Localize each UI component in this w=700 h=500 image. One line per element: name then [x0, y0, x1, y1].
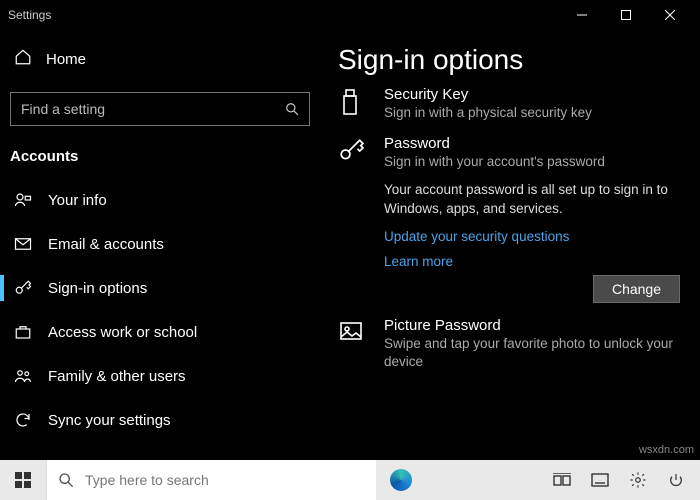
option-sub: Sign in with your account's password — [384, 153, 680, 171]
settings-gear-icon[interactable] — [628, 470, 648, 490]
option-security-key[interactable]: Security Key Sign in with a physical sec… — [338, 86, 680, 123]
taskbar-search-input[interactable] — [85, 472, 376, 488]
option-sub: Sign in with a physical security key — [384, 104, 680, 122]
nav-email-accounts[interactable]: Email & accounts — [6, 223, 314, 265]
nav-family-other-users[interactable]: Family & other users — [6, 355, 314, 397]
find-setting-input[interactable] — [11, 101, 275, 117]
link-learn-more[interactable]: Learn more — [384, 254, 680, 269]
option-picture-password[interactable]: Picture Password Swipe and tap your favo… — [338, 317, 680, 371]
section-accounts: Accounts — [6, 140, 314, 177]
sidebar: Home Accounts Your info Email & accounts… — [0, 30, 320, 460]
nav-label: Sync your settings — [48, 412, 171, 429]
sync-icon — [14, 411, 32, 429]
app-title: Settings — [8, 8, 51, 22]
nav-label: Family & other users — [48, 368, 186, 385]
nav-label: Email & accounts — [48, 236, 164, 253]
minimize-button[interactable] — [560, 0, 604, 30]
picture-icon — [338, 317, 366, 371]
nav-label: Your info — [48, 192, 107, 209]
nav-access-work-school[interactable]: Access work or school — [6, 311, 314, 353]
option-sub: Swipe and tap your favorite photo to unl… — [384, 335, 680, 371]
user-icon — [14, 191, 32, 209]
find-setting-search[interactable] — [10, 92, 310, 126]
key-icon — [14, 279, 32, 297]
option-desc: Your account password is all set up to s… — [384, 181, 680, 219]
briefcase-icon — [14, 323, 32, 341]
mail-icon — [14, 235, 32, 253]
option-title: Password — [384, 135, 680, 152]
main-panel: Sign-in options Security Key Sign in wit… — [320, 30, 700, 460]
content: Home Accounts Your info Email & accounts… — [0, 30, 700, 460]
home-icon — [14, 48, 32, 70]
page-title: Sign-in options — [338, 44, 680, 76]
search-icon — [275, 102, 309, 116]
nav-label: Sign-in options — [48, 280, 147, 297]
maximize-button[interactable] — [604, 0, 648, 30]
close-button[interactable] — [648, 0, 692, 30]
nav-label: Access work or school — [48, 324, 197, 341]
nav-signin-options[interactable]: Sign-in options — [6, 267, 314, 309]
option-title: Security Key — [384, 86, 680, 103]
home-label: Home — [46, 51, 86, 68]
people-icon — [14, 367, 32, 385]
start-button[interactable] — [0, 460, 46, 500]
edge-icon[interactable] — [390, 469, 412, 491]
nav-your-info[interactable]: Your info — [6, 179, 314, 221]
key-icon — [338, 135, 366, 303]
touch-keyboard-icon[interactable] — [590, 470, 610, 490]
home-button[interactable]: Home — [6, 38, 314, 80]
search-icon — [47, 472, 85, 488]
task-view-icon[interactable] — [552, 470, 572, 490]
watermark: wsxdn.com — [639, 444, 694, 456]
system-tray — [552, 470, 700, 490]
taskbar — [0, 460, 700, 500]
nav-sync-settings[interactable]: Sync your settings — [6, 399, 314, 441]
taskbar-search[interactable] — [46, 460, 376, 500]
option-password[interactable]: Password Sign in with your account's pas… — [338, 135, 680, 303]
change-button[interactable]: Change — [593, 275, 680, 303]
titlebar: Settings — [0, 0, 700, 30]
settings-window: Settings Home Accounts Your info Email &… — [0, 0, 700, 460]
option-title: Picture Password — [384, 317, 680, 334]
power-icon[interactable] — [666, 470, 686, 490]
usb-key-icon — [338, 86, 366, 123]
link-update-security-questions[interactable]: Update your security questions — [384, 229, 680, 244]
